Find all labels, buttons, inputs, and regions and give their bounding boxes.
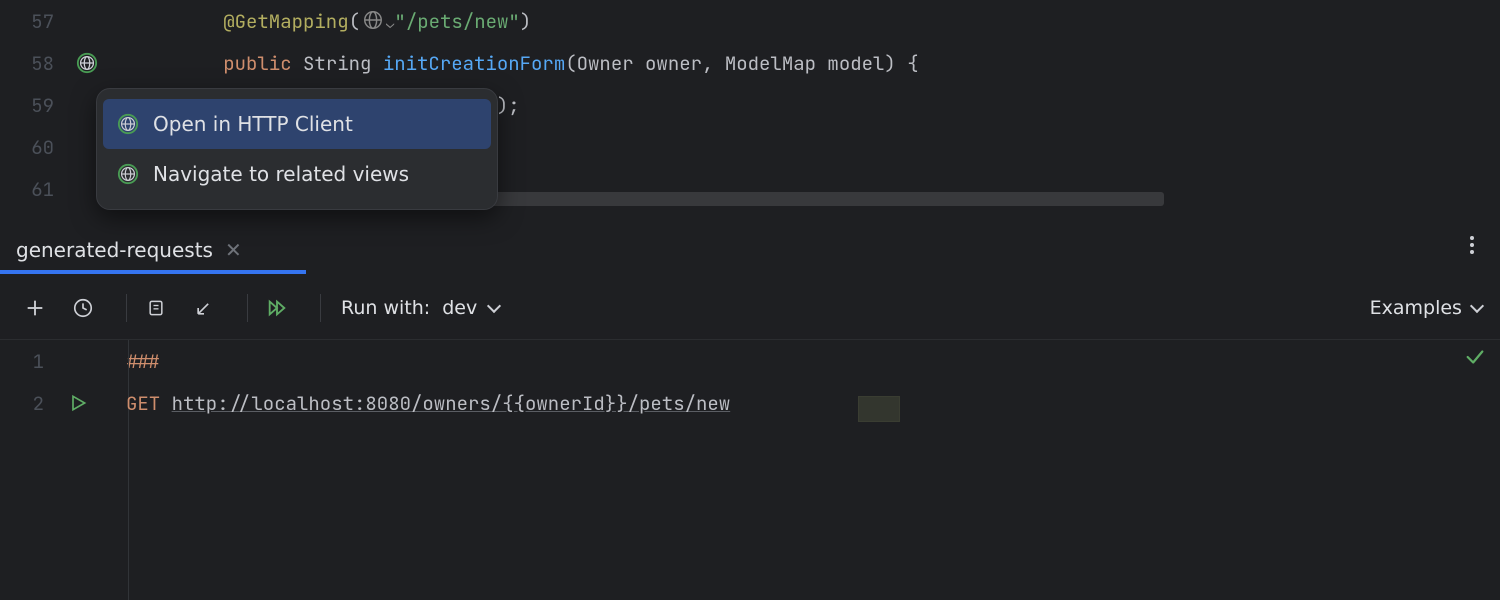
- checkmark-icon[interactable]: [1464, 346, 1486, 375]
- menu-item-navigate-views[interactable]: Navigate to related views: [97, 149, 497, 199]
- line-number: 61: [0, 177, 64, 202]
- run-with-label: Run with:: [341, 297, 430, 319]
- globe-icon: [362, 9, 384, 31]
- line-number: 1: [0, 349, 54, 374]
- history-button[interactable]: [66, 291, 100, 325]
- editor-tabbar: generated-requests ✕: [0, 228, 1500, 272]
- gutter-context-menu: Open in HTTP Client Navigate to related …: [96, 88, 498, 210]
- code-line[interactable]: @GetMapping(⌄"/pets/new"): [132, 9, 531, 34]
- close-icon[interactable]: ✕: [225, 238, 242, 262]
- code-line[interactable]: public String initCreationForm(Owner own…: [132, 51, 919, 76]
- http-toolbar: Run with: dev Examples: [0, 276, 1500, 340]
- add-request-button[interactable]: [18, 291, 52, 325]
- convert-button[interactable]: [139, 291, 173, 325]
- line-number: 2: [0, 391, 54, 416]
- globe-icon: [117, 163, 139, 185]
- cursor-selection: [858, 396, 900, 422]
- import-button[interactable]: [187, 291, 221, 325]
- menu-item-open-http-client[interactable]: Open in HTTP Client: [103, 99, 491, 149]
- chevron-down-icon: [1470, 298, 1484, 312]
- menu-item-label: Navigate to related views: [153, 162, 409, 186]
- line-number: 60: [0, 135, 64, 160]
- run-gutter-button[interactable]: [54, 393, 126, 413]
- globe-icon: [117, 113, 139, 135]
- environment-selector[interactable]: dev: [442, 297, 499, 319]
- gutter-endpoint-icon[interactable]: [64, 52, 132, 74]
- line-number: 58: [0, 51, 64, 76]
- java-editor-panel: 57 @GetMapping(⌄"/pets/new") 58 public S…: [0, 0, 1500, 228]
- http-line[interactable]: GET http://localhost:8080/owners/{{owner…: [126, 391, 730, 416]
- line-number: 59: [0, 93, 64, 118]
- line-number: 57: [0, 9, 64, 34]
- chevron-down-icon: [487, 299, 501, 313]
- menu-item-label: Open in HTTP Client: [153, 112, 353, 136]
- http-editor-panel: 1 ### 2 GET http://localhost:8080/owners…: [0, 340, 1500, 600]
- tab-generated-requests[interactable]: generated-requests ✕: [0, 228, 258, 272]
- more-menu-button[interactable]: [1470, 236, 1474, 254]
- run-all-button[interactable]: [260, 291, 294, 325]
- http-line[interactable]: ###: [126, 349, 160, 374]
- examples-dropdown[interactable]: Examples: [1370, 297, 1482, 319]
- tab-title: generated-requests: [16, 238, 213, 262]
